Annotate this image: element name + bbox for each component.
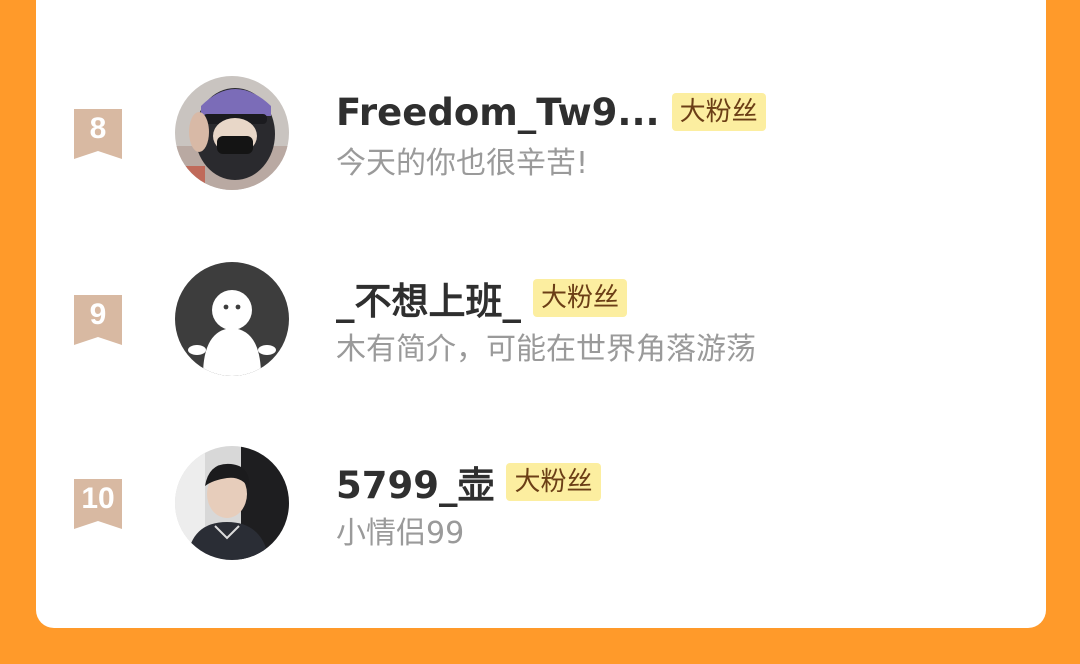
fan-list-item[interactable]: 8 Freedom_Tw9... 大粉丝 今天的你也很辛苦! bbox=[36, 76, 1046, 196]
fan-list-item[interactable]: 10 5799_壶 大粉丝 小情侣99 bbox=[36, 446, 1046, 566]
rank-ribbon: 9 bbox=[72, 293, 124, 347]
rank-ribbon: 8 bbox=[72, 107, 124, 161]
fan-badge: 大粉丝 bbox=[533, 279, 628, 317]
fan-badge: 大粉丝 bbox=[506, 463, 601, 501]
rank-number: 9 bbox=[89, 298, 107, 331]
username[interactable]: Freedom_Tw9... bbox=[336, 91, 660, 134]
username[interactable]: _不想上班_ bbox=[336, 271, 521, 325]
user-bio: 今天的你也很辛苦! bbox=[336, 146, 589, 181]
user-info: _不想上班_ 大粉丝 木有简介，可能在世界角落游荡 bbox=[336, 274, 756, 368]
user-info: Freedom_Tw9... 大粉丝 今天的你也很辛苦! bbox=[336, 88, 766, 182]
avatar[interactable] bbox=[175, 446, 289, 560]
avatar[interactable] bbox=[175, 76, 289, 190]
default-user-icon bbox=[175, 262, 289, 376]
helmet-photo-icon bbox=[175, 76, 289, 190]
user-bio: 小情侣99 bbox=[336, 516, 465, 551]
rank-ribbon: 10 bbox=[72, 477, 124, 531]
fan-ranking-card: 8 Freedom_Tw9... 大粉丝 今天的你也很辛苦! 9 _不想上班_ … bbox=[36, 0, 1046, 628]
username[interactable]: 5799_壶 bbox=[336, 455, 494, 509]
fan-badge: 大粉丝 bbox=[671, 93, 766, 131]
rank-number: 10 bbox=[81, 482, 115, 515]
user-info: 5799_壶 大粉丝 小情侣99 bbox=[336, 458, 601, 552]
avatar[interactable] bbox=[175, 262, 289, 376]
rank-number: 8 bbox=[89, 112, 107, 145]
fan-list-item[interactable]: 9 _不想上班_ 大粉丝 木有简介，可能在世界角落游荡 bbox=[36, 262, 1046, 382]
user-bio: 木有简介，可能在世界角落游荡 bbox=[336, 332, 756, 367]
person-photo-icon bbox=[175, 446, 289, 560]
